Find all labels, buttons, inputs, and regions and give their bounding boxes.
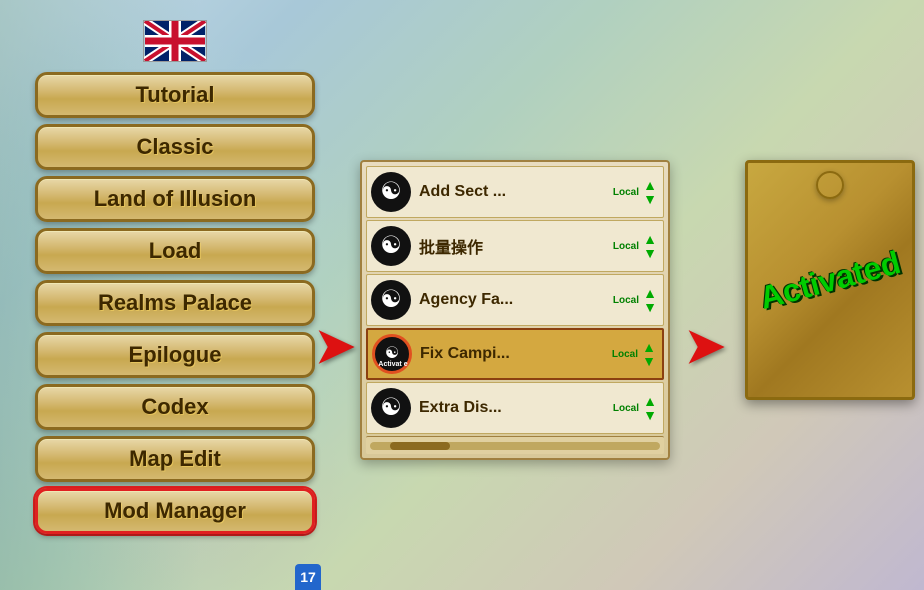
arrow-up[interactable]: ▲ (642, 340, 656, 354)
menu-btn-codex[interactable]: Codex (35, 384, 315, 430)
mod-item-extra-dis[interactable]: ☯Extra Dis...Local▲▼ (366, 382, 664, 434)
menu-btn-classic[interactable]: Classic (35, 124, 315, 170)
menu-btn-mod-manager[interactable]: Mod Manager (35, 488, 315, 534)
right-red-arrow: ➤ (685, 318, 725, 374)
menu-btn-map-edit[interactable]: Map Edit (35, 436, 315, 482)
sort-arrows-extra-dis[interactable]: ▲▼ (641, 394, 659, 422)
mod-name-agency-fa: Agency Fa... (419, 291, 613, 309)
mod-badge-fix-campi: Local (612, 349, 638, 360)
mod-icon-add-sect: ☯ (371, 172, 411, 212)
menu-buttons: Tutorial Classic Land of Illusion Load Realm… (20, 72, 330, 534)
arrow-down[interactable]: ▼ (643, 246, 657, 260)
uk-flag[interactable] (143, 20, 207, 62)
mod-list: ☯Add Sect ...Local▲▼☯批量操作Local▲▼☯Agency … (366, 166, 664, 434)
mod-name-extra-dis: Extra Dis... (419, 399, 613, 417)
arrow-down[interactable]: ▼ (642, 354, 656, 368)
mod-name-batch-ops: 批量操作 (419, 234, 613, 258)
arrow-up[interactable]: ▲ (643, 286, 657, 300)
scrollbar-track (370, 442, 660, 450)
sort-arrows-fix-campi[interactable]: ▲▼ (640, 340, 658, 368)
menu-btn-tutorial[interactable]: Tutorial (35, 72, 315, 118)
arrow-up[interactable]: ▲ (643, 232, 657, 246)
mod-item-agency-fa[interactable]: ☯Agency Fa...Local▲▼ (366, 274, 664, 326)
mod-item-batch-ops[interactable]: ☯批量操作Local▲▼ (366, 220, 664, 272)
mod-icon-agency-fa: ☯ (371, 280, 411, 320)
mod-name-add-sect: Add Sect ... (419, 183, 613, 201)
mod-badge-add-sect: Local (613, 187, 639, 198)
mod-item-fix-campi[interactable]: ☯Activat eFix Campi...Local▲▼ (366, 328, 664, 380)
mod-item-add-sect[interactable]: ☯Add Sect ...Local▲▼ (366, 166, 664, 218)
arrow-down[interactable]: ▼ (643, 300, 657, 314)
mod-name-fix-campi: Fix Campi... (420, 345, 612, 363)
sort-arrows-agency-fa[interactable]: ▲▼ (641, 286, 659, 314)
mod-badge-agency-fa: Local (613, 295, 639, 306)
arrow-up[interactable]: ▲ (643, 394, 657, 408)
menu-btn-land-of-illusion[interactable]: Land of Illusion (35, 176, 315, 222)
arrow-down[interactable]: ▼ (643, 192, 657, 206)
left-menu-panel: Tutorial Classic Land of Illusion Load Realm… (20, 20, 330, 534)
left-red-arrow: ➤ (315, 318, 355, 374)
number-badge: 17 (295, 564, 321, 590)
mod-badge-extra-dis: Local (613, 403, 639, 414)
mod-icon-batch-ops: ☯ (371, 226, 411, 266)
activated-label: Activated (756, 246, 903, 314)
menu-btn-realms-palace[interactable]: Realms Palace (35, 280, 315, 326)
mod-icon-extra-dis: ☯ (371, 388, 411, 428)
scrollbar[interactable] (366, 436, 664, 454)
menu-btn-epilogue[interactable]: Epilogue (35, 332, 315, 378)
arrow-down[interactable]: ▼ (643, 408, 657, 422)
scrollbar-thumb (390, 442, 450, 450)
sort-arrows-add-sect[interactable]: ▲▼ (641, 178, 659, 206)
mod-icon-fix-campi: ☯Activat e (372, 334, 412, 374)
activated-panel: Activated (745, 160, 915, 400)
mod-badge-batch-ops: Local (613, 241, 639, 252)
sort-arrows-batch-ops[interactable]: ▲▼ (641, 232, 659, 260)
arrow-up[interactable]: ▲ (643, 178, 657, 192)
menu-btn-load[interactable]: Load (35, 228, 315, 274)
mod-manager-panel: ☯Add Sect ...Local▲▼☯批量操作Local▲▼☯Agency … (360, 160, 670, 460)
